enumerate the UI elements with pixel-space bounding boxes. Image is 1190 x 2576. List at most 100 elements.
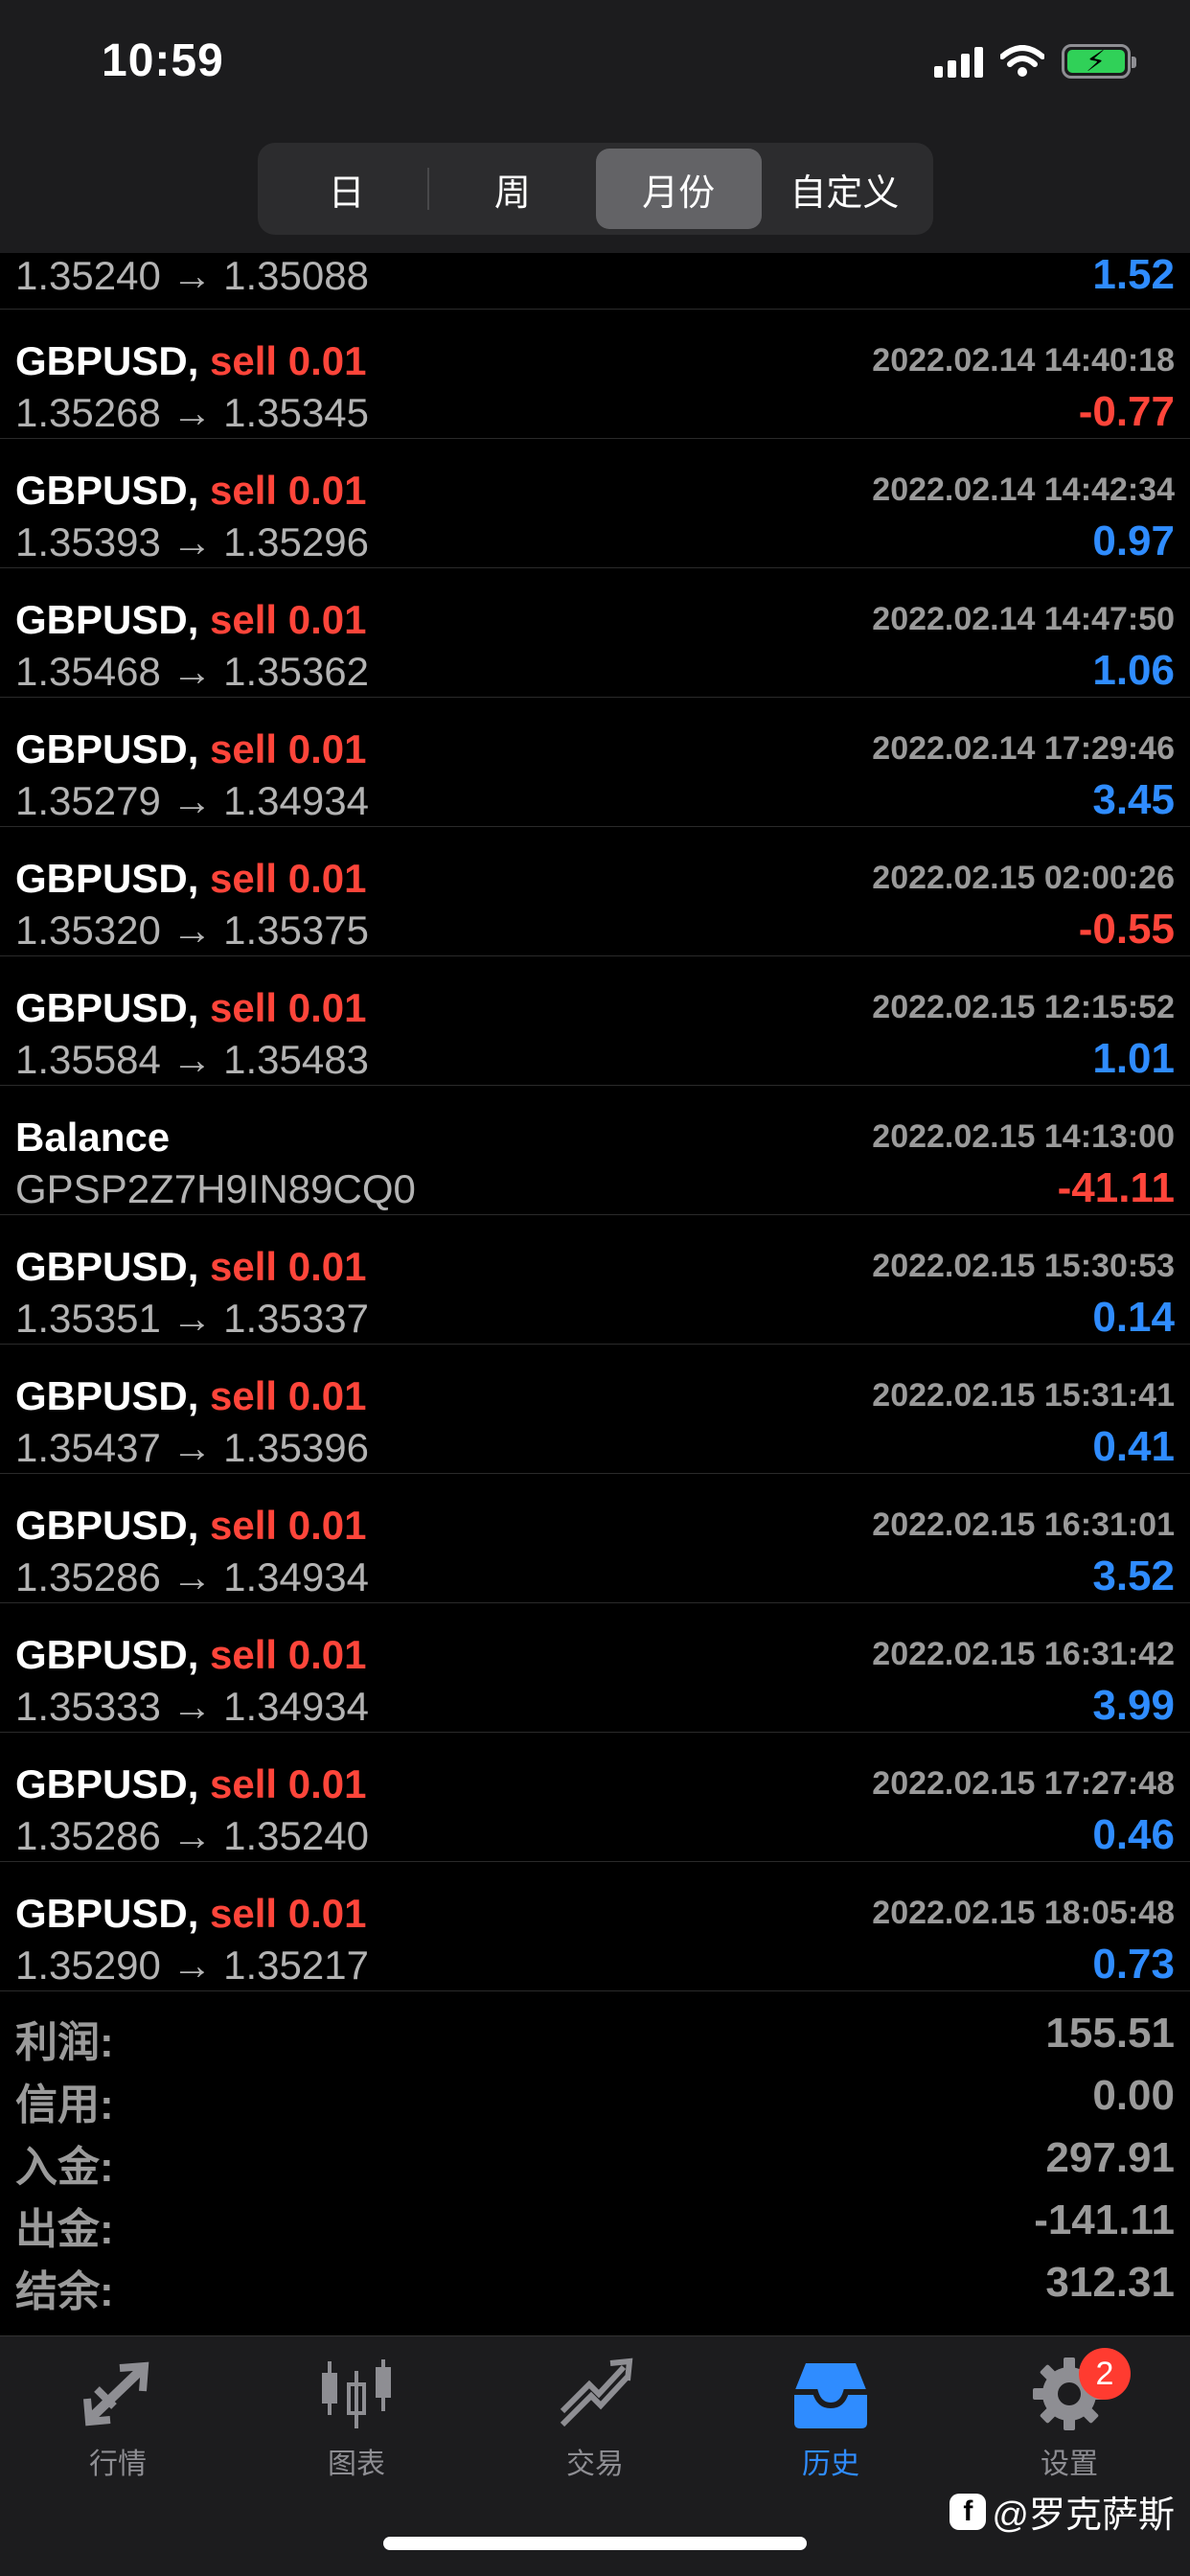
profit-value: -0.55	[1078, 906, 1175, 953]
tab-quotes[interactable]: 行情	[51, 2356, 185, 2482]
tab-history[interactable]: 历史	[764, 2356, 898, 2482]
period-segmented-control: 日 周 月份 自定义	[258, 143, 933, 235]
symbol-name: GBPUSD,	[15, 1761, 199, 1806]
home-indicator[interactable]	[383, 2537, 807, 2550]
profit-value: 1.01	[1092, 1035, 1175, 1082]
price-range: 1.35393 → 1.35296	[15, 519, 369, 564]
timestamp: 2022.02.14 14:40:18	[872, 342, 1175, 379]
price-range: 1.35320 → 1.35375	[15, 908, 369, 953]
list-item[interactable]: GBPUSD, sell 0.01 2022.02.15 02:00:26 1.35…	[0, 827, 1190, 956]
profit-value: -0.77	[1078, 388, 1175, 435]
tab-label: 设置	[1041, 2449, 1098, 2480]
symbol-label: GBPUSD, sell 0.01	[15, 338, 367, 384]
symbol-label: GBPUSD, sell 0.01	[15, 468, 367, 514]
timestamp: 2022.02.15 16:31:01	[872, 1506, 1175, 1543]
price-range: 1.35268 → 1.35345	[15, 390, 369, 435]
tab-day[interactable]: 日	[263, 149, 430, 229]
list-item[interactable]: 1.35240 → 1.35088 1.52	[0, 251, 1190, 310]
list-item[interactable]: GBPUSD, sell 0.01 2022.02.15 18:05:48 1.35…	[0, 1862, 1190, 1991]
tab-custom[interactable]: 自定义	[762, 149, 927, 229]
summary-panel: 利润: 155.51 信用: 0.00 入金: 297.91 出金: -141.…	[0, 2006, 1190, 2317]
timestamp: 2022.02.15 16:31:42	[872, 1636, 1175, 1672]
symbol-name: GBPUSD,	[15, 1373, 199, 1418]
order-side: sell 0.01	[210, 726, 367, 771]
summary-row-balance: 结余: 312.31	[0, 2255, 1190, 2317]
order-side: sell 0.01	[210, 338, 367, 383]
tab-month[interactable]: 月份	[595, 149, 762, 229]
header: 10:59 ⚡ 日 周 月份 自定义	[0, 0, 1190, 253]
watermark: f @罗克萨斯	[950, 2485, 1175, 2538]
price-range: 1.35437 → 1.35396	[15, 1425, 369, 1470]
summary-value: 155.51	[1045, 2010, 1175, 2057]
symbol-name: GBPUSD,	[15, 338, 199, 383]
list-item[interactable]: GBPUSD, sell 0.01 2022.02.15 15:30:53 1.35…	[0, 1215, 1190, 1345]
trade-chart-icon	[528, 2356, 662, 2432]
summary-value: -141.11	[1034, 2196, 1175, 2243]
price-range: 1.35240 → 1.35088	[15, 253, 369, 298]
profit-value: 0.41	[1092, 1423, 1175, 1470]
symbol-name: GBPUSD,	[15, 1891, 199, 1936]
timestamp: 2022.02.14 14:47:50	[872, 601, 1175, 637]
list-item[interactable]: GBPUSD, sell 0.01 2022.02.14 17:29:46 1.35…	[0, 698, 1190, 827]
list-item[interactable]: GBPUSD, sell 0.01 2022.02.15 12:15:52 1.35…	[0, 956, 1190, 1086]
timestamp: 2022.02.15 12:15:52	[872, 989, 1175, 1025]
history-list: 1.35240 → 1.35088 1.52 GBPUSD, sell 0.01…	[0, 251, 1190, 1991]
symbol-label: GBPUSD, sell 0.01	[15, 856, 367, 902]
facebook-logo-icon: f	[950, 2493, 987, 2530]
tab-trade[interactable]: 交易	[528, 2356, 662, 2482]
tab-settings[interactable]: 设置 2	[1002, 2348, 1136, 2482]
list-item[interactable]: GBPUSD, sell 0.01 2022.02.15 16:31:42 1.35…	[0, 1603, 1190, 1733]
order-side: sell 0.01	[210, 1503, 367, 1548]
symbol-name: GBPUSD,	[15, 985, 199, 1030]
price-range: 1.35286 → 1.35240	[15, 1813, 369, 1858]
candlestick-chart-icon	[289, 2356, 423, 2432]
summary-value: 312.31	[1045, 2259, 1175, 2306]
summary-row-withdrawal: 出金: -141.11	[0, 2193, 1190, 2255]
list-item[interactable]: GBPUSD, sell 0.01 2022.02.15 16:31:01 1.35…	[0, 1474, 1190, 1603]
timestamp: 2022.02.15 15:30:53	[872, 1248, 1175, 1284]
watermark-text: @罗克萨斯	[992, 2496, 1175, 2536]
symbol-name: GBPUSD,	[15, 1244, 199, 1289]
summary-label: 入金:	[15, 2144, 114, 2191]
summary-row-credit: 信用: 0.00	[0, 2068, 1190, 2130]
symbol-label: Balance	[15, 1115, 170, 1161]
profit-value: 0.14	[1092, 1294, 1175, 1341]
wifi-icon	[1000, 45, 1044, 77]
timestamp: 2022.02.15 02:00:26	[872, 860, 1175, 896]
list-item[interactable]: GBPUSD, sell 0.01 2022.02.14 14:42:34 1.35…	[0, 439, 1190, 568]
symbol-name: GBPUSD,	[15, 1503, 199, 1548]
list-item[interactable]: GBPUSD, sell 0.01 2022.02.14 14:40:18 1.35…	[0, 310, 1190, 439]
tab-label: 交易	[566, 2449, 624, 2480]
symbol-name: GBPUSD,	[15, 856, 199, 901]
profit-value: -41.11	[1057, 1164, 1175, 1211]
tab-week[interactable]: 周	[429, 149, 595, 229]
list-item[interactable]: GBPUSD, sell 0.01 2022.02.14 14:47:50 1.35…	[0, 568, 1190, 698]
tab-label: 图表	[328, 2449, 385, 2480]
price-range: 1.35351 → 1.35337	[15, 1296, 369, 1341]
summary-label: 信用:	[15, 2082, 114, 2128]
tab-charts[interactable]: 图表	[289, 2356, 423, 2482]
symbol-name: GBPUSD,	[15, 1632, 199, 1677]
tab-label: 行情	[89, 2449, 147, 2480]
summary-row-deposit: 入金: 297.91	[0, 2130, 1190, 2193]
list-item[interactable]: GBPUSD, sell 0.01 2022.02.15 15:31:41 1.35…	[0, 1345, 1190, 1474]
symbol-label: GBPUSD, sell 0.01	[15, 1891, 367, 1937]
notification-badge: 2	[1079, 2348, 1131, 2400]
timestamp: 2022.02.14 17:29:46	[872, 730, 1175, 767]
symbol-label: GBPUSD, sell 0.01	[15, 985, 367, 1031]
profit-value: 3.45	[1092, 776, 1175, 823]
tab-label: 历史	[802, 2449, 859, 2480]
summary-row-profit: 利润: 155.51	[0, 2006, 1190, 2068]
price-range: 1.35290 → 1.35217	[15, 1943, 369, 1988]
price-range: GPSP2Z7H9IN89CQ0	[15, 1166, 416, 1211]
summary-value: 0.00	[1092, 2072, 1175, 2119]
profit-value: 0.46	[1092, 1811, 1175, 1858]
symbol-label: GBPUSD, sell 0.01	[15, 597, 367, 643]
timestamp: 2022.02.14 14:42:34	[872, 472, 1175, 508]
timestamp: 2022.02.15 15:31:41	[872, 1377, 1175, 1414]
cellular-signal-icon	[934, 45, 983, 78]
price-range: 1.35584 → 1.35483	[15, 1037, 369, 1082]
list-item[interactable]: GBPUSD, sell 0.01 2022.02.15 17:27:48 1.35…	[0, 1733, 1190, 1862]
list-item[interactable]: Balance 2022.02.15 14:13:00 GPSP2Z7H9IN89…	[0, 1086, 1190, 1215]
symbol-label: GBPUSD, sell 0.01	[15, 726, 367, 772]
